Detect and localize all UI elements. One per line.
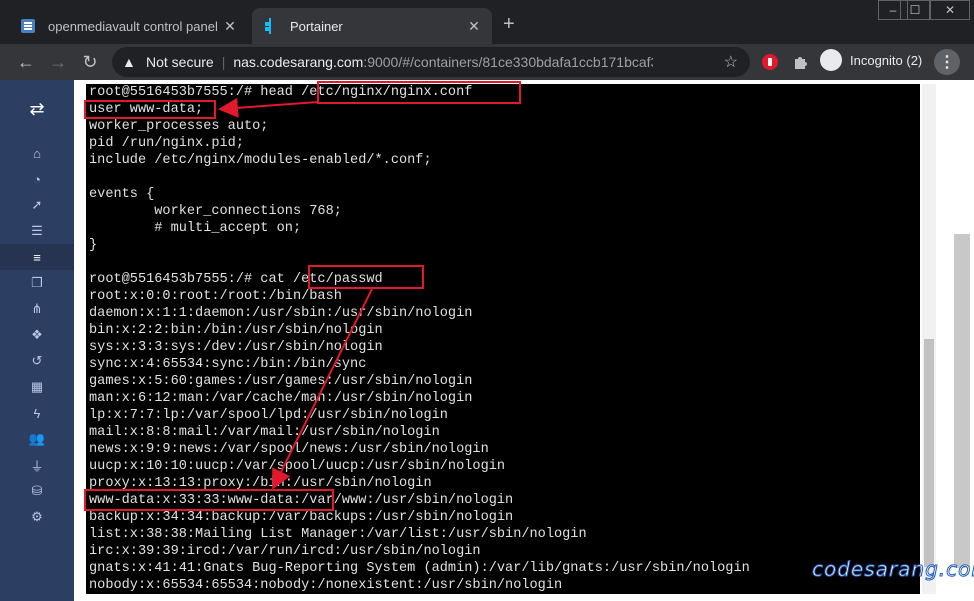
arrow-to-www-data-line xyxy=(272,288,373,490)
arrow-to-user-line xyxy=(218,97,319,118)
annotation-arrows xyxy=(218,97,373,490)
watermark: codesarang.com xyxy=(812,557,974,582)
